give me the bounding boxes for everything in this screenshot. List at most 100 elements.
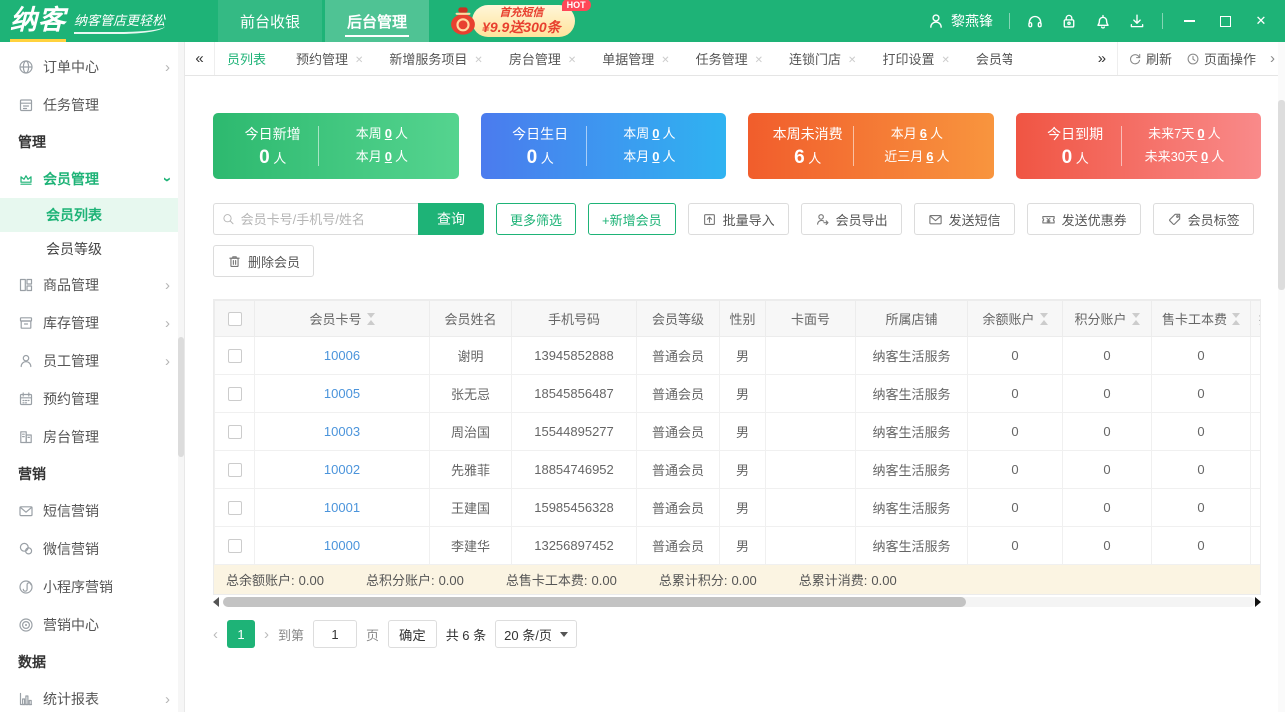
sidebar-item-marketing-center[interactable]: 营销中心 — [0, 606, 184, 644]
sort-icon[interactable] — [1232, 313, 1240, 325]
table-row[interactable]: 10000 李建华 13256897452 普通会员 男 纳客生活服务 0 0 … — [215, 527, 1262, 565]
sidebar-item-sms-marketing[interactable]: 短信营销 — [0, 492, 184, 530]
lock-screen-icon[interactable] — [1060, 12, 1078, 30]
window-close-button[interactable] — [1251, 11, 1271, 31]
member-card-link[interactable]: 10005 — [324, 386, 360, 401]
member-card-link[interactable]: 10001 — [324, 500, 360, 515]
table-row[interactable]: 10006 谢明 13945852888 普通会员 男 纳客生活服务 0 0 0 — [215, 337, 1262, 375]
next-page-button[interactable]: › — [264, 626, 269, 643]
stat-sub-value[interactable]: 0 — [1201, 149, 1208, 164]
scroll-right-arrow-icon[interactable] — [1255, 597, 1261, 607]
member-card-link[interactable]: 10002 — [324, 462, 360, 477]
tab-backend-manage[interactable]: 后台管理 — [325, 0, 429, 42]
scrollbar-thumb[interactable] — [1278, 100, 1285, 290]
page-tab-print-settings[interactable]: 打印设置 — [882, 49, 949, 68]
sidebar-item-member-level[interactable]: 会员等级 — [0, 232, 184, 266]
sidebar-item-order-center[interactable]: 订单中心 — [0, 48, 184, 86]
close-icon[interactable] — [355, 51, 363, 66]
user-menu[interactable]: 黎燕锋 — [927, 11, 993, 31]
sidebar-item-wechat-marketing[interactable]: 微信营销 — [0, 530, 184, 568]
send-sms-button[interactable]: 发送短信 — [914, 203, 1015, 235]
prev-page-button[interactable]: ‹ — [213, 626, 218, 643]
page-tab-new-service[interactable]: 新增服务项目 — [389, 49, 482, 68]
sidebar-scrollbar[interactable] — [178, 42, 184, 712]
tabs-scroll-left-button[interactable] — [185, 42, 215, 75]
close-icon[interactable] — [941, 51, 949, 66]
sidebar-item-report[interactable]: 统计报表 — [0, 680, 184, 712]
page-tab-booking[interactable]: 预约管理 — [296, 49, 363, 68]
close-icon[interactable] — [568, 51, 576, 66]
table-row[interactable]: 10003 周治国 15544895277 普通会员 男 纳客生活服务 0 0 … — [215, 413, 1262, 451]
notification-bell-icon[interactable] — [1094, 12, 1112, 30]
close-icon[interactable] — [661, 51, 669, 66]
page-tab-room[interactable]: 房台管理 — [509, 49, 576, 68]
select-all-checkbox[interactable] — [228, 312, 242, 326]
window-maximize-button[interactable] — [1215, 11, 1235, 31]
member-card-link[interactable]: 10006 — [324, 348, 360, 363]
send-coupon-button[interactable]: 发送优惠券 — [1027, 203, 1141, 235]
goto-page-input[interactable] — [313, 620, 357, 648]
col-card-no[interactable]: 会员卡号 — [255, 301, 430, 337]
page-tab-member-list[interactable]: 会员列表 — [228, 49, 270, 68]
sms-promo-banner[interactable]: 首充短信 ¥9.9送300条 HOT — [446, 4, 575, 38]
refresh-button[interactable]: 刷新 — [1128, 49, 1172, 68]
window-minimize-button[interactable] — [1179, 11, 1199, 31]
support-headset-icon[interactable] — [1026, 12, 1044, 30]
page-tab-task[interactable]: 任务管理 — [696, 49, 763, 68]
sidebar-item-inventory-manage[interactable]: 库存管理 — [0, 304, 184, 342]
stat-sub-value[interactable]: 6 — [926, 149, 933, 164]
row-checkbox[interactable] — [228, 349, 242, 363]
col-card-fee[interactable]: 售卡工本费 — [1152, 301, 1251, 337]
current-page-button[interactable]: 1 — [227, 620, 255, 648]
member-card-link[interactable]: 10000 — [324, 538, 360, 553]
row-checkbox[interactable] — [228, 387, 242, 401]
download-icon[interactable] — [1128, 12, 1146, 30]
stat-sub-value[interactable]: 6 — [920, 126, 927, 141]
row-checkbox[interactable] — [228, 425, 242, 439]
page-size-select[interactable]: 20 条/页 — [495, 620, 577, 648]
add-member-button[interactable]: +新增会员 — [588, 203, 676, 235]
sidebar-item-task-manage[interactable]: 任务管理 — [0, 86, 184, 124]
sidebar-item-booking-manage[interactable]: 预约管理 — [0, 380, 184, 418]
sort-icon[interactable] — [367, 313, 375, 325]
member-card-link[interactable]: 10003 — [324, 424, 360, 439]
row-checkbox[interactable] — [228, 539, 242, 553]
sidebar-item-room-manage[interactable]: 房台管理 — [0, 418, 184, 456]
member-tag-button[interactable]: 会员标签 — [1153, 203, 1254, 235]
close-icon[interactable] — [755, 51, 763, 66]
page-tab-chain-store[interactable]: 连锁门店 — [789, 49, 856, 68]
page-tab-member-level[interactable]: 会员等级 — [976, 49, 1012, 68]
close-icon[interactable] — [848, 51, 856, 66]
col-balance[interactable]: 余额账户 — [968, 301, 1063, 337]
row-checkbox[interactable] — [228, 501, 242, 515]
batch-import-button[interactable]: 批量导入 — [688, 203, 789, 235]
goto-confirm-button[interactable]: 确定 — [388, 620, 437, 648]
table-row[interactable]: 10002 先雅菲 18854746952 普通会员 男 纳客生活服务 0 0 … — [215, 451, 1262, 489]
stat-sub-value[interactable]: 0 — [1197, 126, 1204, 141]
stat-sub-value[interactable]: 0 — [385, 126, 392, 141]
scroll-left-arrow-icon[interactable] — [213, 597, 219, 607]
tab-front-cashier[interactable]: 前台收银 — [218, 0, 322, 42]
sidebar-item-staff-manage[interactable]: 员工管理 — [0, 342, 184, 380]
page-tab-receipt[interactable]: 单据管理 — [602, 49, 669, 68]
horizontal-scrollbar[interactable] — [213, 596, 1261, 608]
tabs-scroll-right-button[interactable] — [1087, 42, 1117, 75]
table-row[interactable]: 10005 张无忌 18545856487 普通会员 男 纳客生活服务 0 0 … — [215, 375, 1262, 413]
stat-sub-value[interactable]: 0 — [652, 126, 659, 141]
vertical-scrollbar[interactable] — [1278, 42, 1285, 712]
more-filter-button[interactable]: 更多筛选 — [496, 203, 576, 235]
row-checkbox[interactable] — [228, 463, 242, 477]
table-row[interactable]: 10001 王建国 15985456328 普通会员 男 纳客生活服务 0 0 … — [215, 489, 1262, 527]
sort-icon[interactable] — [1132, 313, 1140, 325]
chevron-right-icon[interactable] — [1270, 50, 1275, 67]
delete-member-button[interactable]: 删除会员 — [213, 245, 314, 277]
stat-sub-value[interactable]: 0 — [385, 149, 392, 164]
search-button[interactable]: 查询 — [418, 203, 484, 235]
page-operations-button[interactable]: 页面操作 — [1186, 49, 1256, 68]
sidebar-item-member-list[interactable]: 会员列表 — [0, 198, 184, 232]
sort-icon[interactable] — [1040, 313, 1048, 325]
member-search-input[interactable] — [241, 212, 410, 227]
stat-sub-value[interactable]: 0 — [652, 149, 659, 164]
close-icon[interactable] — [474, 51, 482, 66]
col-points[interactable]: 积分账户 — [1063, 301, 1152, 337]
